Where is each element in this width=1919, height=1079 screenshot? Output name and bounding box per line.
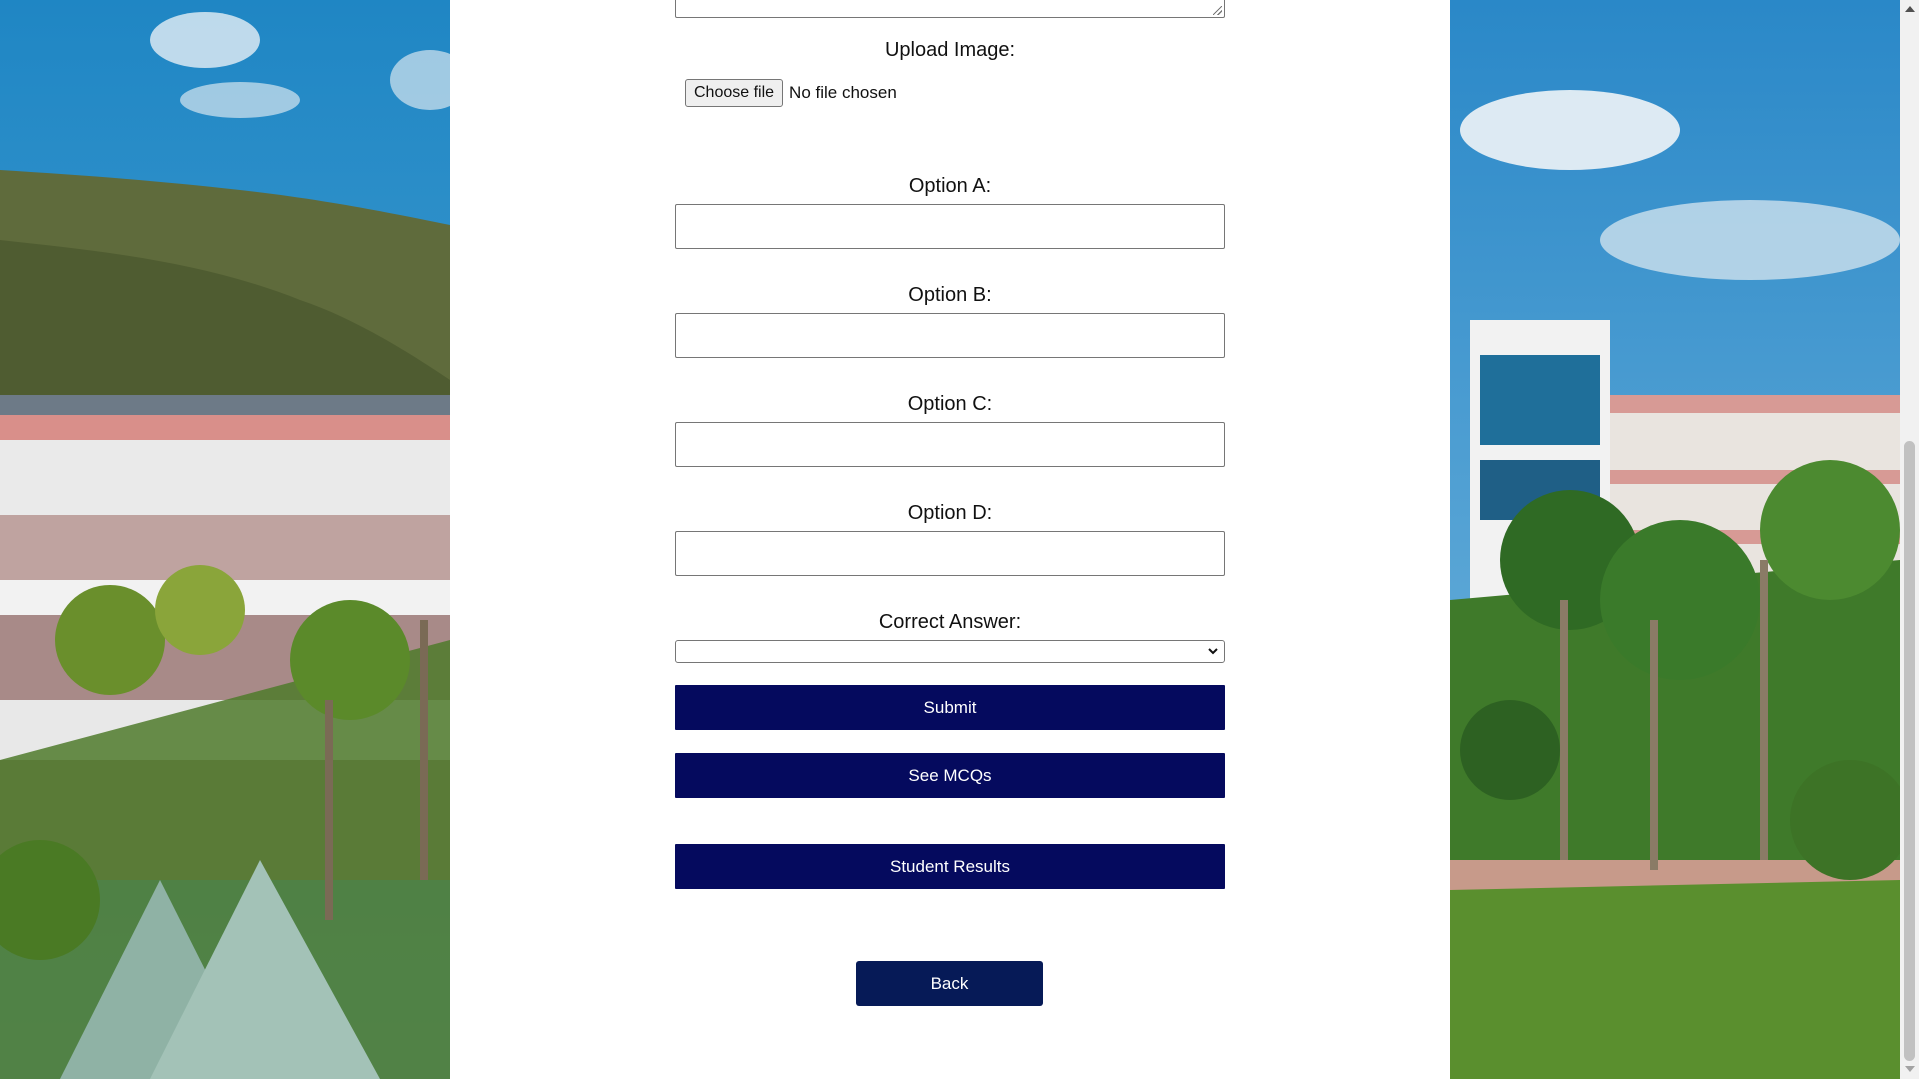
option-a-input[interactable]	[675, 204, 1225, 249]
campus-background-left	[0, 0, 450, 1079]
campus-background-right	[1450, 0, 1900, 1079]
page-scrollbar[interactable]	[1900, 0, 1919, 1079]
form-panel: Upload Image: Choose file No file chosen…	[450, 0, 1450, 1079]
option-d-input[interactable]	[675, 531, 1225, 576]
file-upload: Choose file No file chosen	[685, 79, 897, 107]
student-results-button[interactable]: Student Results	[675, 844, 1225, 889]
option-a-label: Option A:	[908, 175, 992, 197]
scroll-up-arrow-icon[interactable]	[1905, 6, 1915, 12]
question-textarea[interactable]	[675, 0, 1225, 18]
option-b-label: Option B:	[908, 284, 992, 306]
file-status-text: No file chosen	[789, 83, 897, 102]
option-d-label: Option D:	[907, 502, 993, 524]
chevron-down-icon	[1208, 648, 1218, 655]
option-c-label: Option C:	[907, 393, 993, 415]
option-b-input[interactable]	[675, 313, 1225, 358]
scroll-thumb[interactable]	[1904, 441, 1915, 1061]
scroll-down-arrow-icon[interactable]	[1905, 1066, 1915, 1072]
upload-image-label: Upload Image:	[884, 39, 1016, 61]
page: Upload Image: Choose file No file chosen…	[0, 0, 1919, 1079]
choose-file-button[interactable]: Choose file	[685, 79, 784, 107]
correct-answer-select[interactable]	[675, 640, 1225, 663]
option-c-input[interactable]	[675, 422, 1225, 467]
back-button[interactable]: Back	[856, 961, 1043, 1006]
correct-answer-label: Correct Answer:	[878, 611, 1022, 633]
see-mcqs-button[interactable]: See MCQs	[675, 753, 1225, 798]
resize-handle-icon[interactable]	[1213, 6, 1222, 15]
submit-button[interactable]: Submit	[675, 685, 1225, 730]
